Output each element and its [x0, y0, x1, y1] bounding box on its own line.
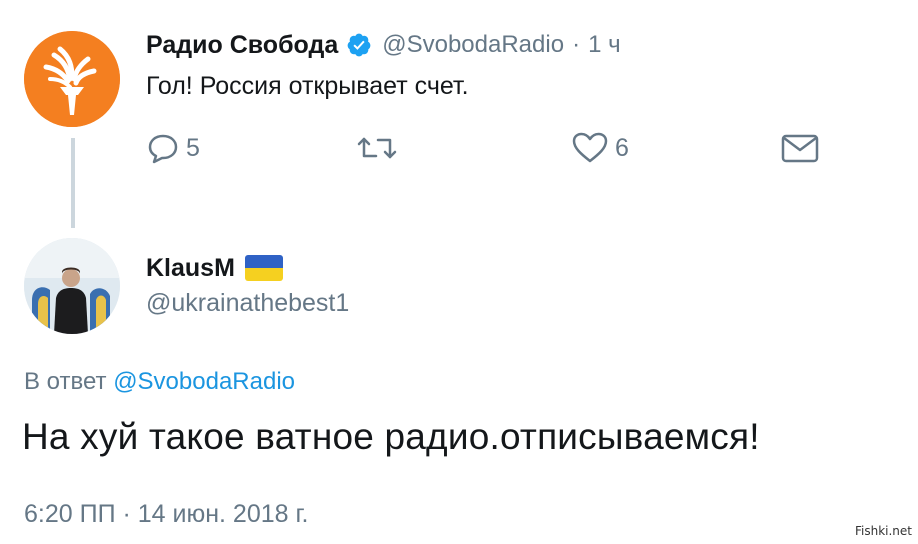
retweet-button[interactable]: [356, 128, 404, 168]
parent-tweet-text: Гол! Россия открывает счет.: [146, 72, 469, 100]
reply-tweet-text: На хуй такое ватное радио.отписываемся!: [22, 416, 760, 457]
in-reply-to: В ответ @SvobodaRadio: [24, 368, 295, 396]
verified-badge-icon: [347, 33, 371, 57]
in-reply-prefix: В ответ: [24, 368, 107, 395]
parent-author-line: Радио Свобода @SvobodaRadio · 1 ч: [146, 27, 621, 63]
thread-connector-line: [71, 138, 75, 228]
avatar-klausm[interactable]: [24, 238, 120, 334]
reply-icon: [148, 134, 178, 164]
parent-handle[interactable]: @SvobodaRadio: [382, 31, 564, 59]
reply-button[interactable]: 5: [146, 128, 200, 168]
parent-author-name[interactable]: Радио Свобода: [146, 31, 338, 60]
user-photo: [24, 238, 120, 334]
reply-handle[interactable]: @ukrainathebest1: [146, 289, 349, 318]
parent-time[interactable]: 1 ч: [588, 31, 621, 59]
in-reply-mention-link[interactable]: @SvobodaRadio: [113, 368, 295, 395]
retweet-icon: [357, 137, 397, 159]
ukraine-flag-icon: [244, 255, 283, 281]
reply-author-name[interactable]: KlausM: [146, 254, 235, 283]
reply-author-line: KlausM: [146, 250, 283, 286]
reply-count: 5: [186, 133, 200, 162]
watermark: Fishki.net: [854, 524, 912, 538]
like-count: 6: [615, 133, 629, 162]
heart-icon: [572, 132, 608, 163]
separator-dot: ·: [572, 31, 581, 58]
direct-message-button[interactable]: [780, 128, 820, 168]
avatar-radio-svoboda[interactable]: [24, 31, 120, 127]
envelope-icon: [781, 134, 819, 163]
like-button[interactable]: 6: [571, 128, 629, 168]
torch-logo-icon: [24, 31, 120, 127]
reply-timestamp[interactable]: 6:20 ПП · 14 июн. 2018 г.: [24, 500, 309, 529]
